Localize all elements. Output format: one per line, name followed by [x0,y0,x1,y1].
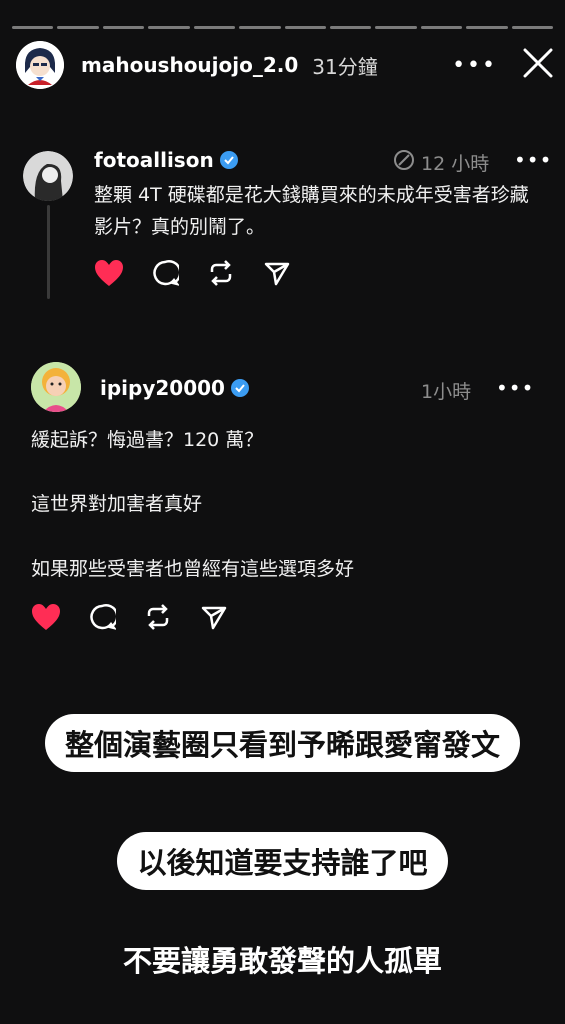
verified-icon [230,379,249,397]
post-text-line: 緩起訴？悔過書？120 萬？ [31,429,264,451]
progress-segment [375,26,417,29]
edited-icon [393,149,415,176]
post-text-line: 如果那些受害者也曾經有這些選項多好 [31,558,355,580]
story-caption: 不要讓勇敢發聲的人孤單 [0,938,565,980]
post-meta: 12 小時 [393,149,489,176]
caption-text: 以後知道要支持誰了吧 [117,832,448,890]
share-icon[interactable] [262,258,292,288]
story-avatar[interactable] [16,41,64,89]
repost-icon[interactable] [206,258,236,288]
progress-segment [284,26,326,29]
progress-segment [466,26,508,29]
progress-segment [193,26,236,29]
caption-text: 整個演藝圈只看到予晞跟愛甯發文 [44,714,520,772]
post-username-text[interactable]: fotoallison [94,148,214,172]
post-avatar[interactable] [31,362,81,412]
post-username-text[interactable]: ipipy20000 [100,376,225,400]
verified-icon [219,151,238,169]
post-text-line: 這世界對加害者真好 [31,493,203,515]
post-text: 整顆 4T 硬碟都是花大錢購買來的未成年受害者珍藏影片？真的別鬧了。 [94,184,529,238]
story-header: mahoushoujojo_2.0 31分鐘 ••• [16,40,553,90]
progress-segment [102,26,145,29]
comment-icon[interactable] [150,258,180,288]
progress-segment [57,26,99,29]
progress-segment [148,26,190,29]
progress-segment [420,26,463,29]
post-username[interactable]: ipipy20000 [100,376,249,400]
story-username[interactable]: mahoushoujojo_2.0 [81,53,298,77]
story-progress-bar [12,26,554,29]
heart-icon[interactable] [94,258,124,288]
post-timestamp: 12 小時 [421,153,490,175]
story-timestamp: 31分鐘 [312,54,378,79]
progress-segment [511,26,554,29]
progress-segment [329,26,372,29]
heart-icon[interactable] [31,602,61,632]
post-avatar[interactable] [23,151,73,201]
share-icon[interactable] [199,602,229,632]
caption-text: 不要讓勇敢發聲的人孤單 [122,944,442,978]
more-icon[interactable]: ••• [514,148,552,172]
post-username[interactable]: fotoallison [94,148,238,172]
progress-segment [12,26,54,29]
story-caption: 整個演藝圈只看到予晞跟愛甯發文 [0,714,565,772]
post-timestamp: 1小時 [421,381,472,403]
repost-icon[interactable] [143,602,173,632]
thread-connector [47,205,50,299]
comment-icon[interactable] [87,602,117,632]
progress-segment [239,26,281,29]
post-actions [31,602,229,632]
more-icon[interactable]: ••• [496,376,534,400]
close-icon[interactable] [523,48,553,82]
more-icon[interactable]: ••• [452,53,497,78]
story-caption: 以後知道要支持誰了吧 [0,832,565,890]
post-actions [94,258,292,288]
